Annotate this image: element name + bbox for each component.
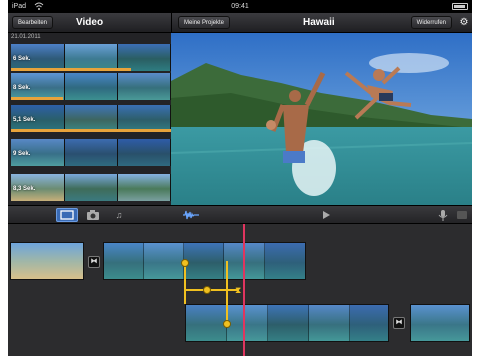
clip-thumbnail[interactable]: 5,1 Sek. (11, 105, 171, 132)
project-title: Hawaii (303, 17, 335, 28)
timeline-clip[interactable] (185, 304, 389, 342)
transition-icon[interactable]: ⧓ (393, 317, 405, 329)
video-preview[interactable] (171, 33, 472, 205)
audio-track-line (226, 261, 228, 325)
edit-button[interactable]: Bearbeiten (12, 16, 54, 29)
browser-toolbar: Bearbeiten Video (8, 13, 171, 33)
browser-title: Video (76, 17, 104, 28)
music-icon[interactable]: ♫ (108, 208, 130, 222)
gear-icon[interactable]: ⚙ (457, 15, 471, 31)
audio-waveform-icon[interactable] (180, 208, 202, 222)
media-bar: ♫ (8, 205, 472, 224)
my-projects-button[interactable]: Meine Projekte (178, 16, 231, 29)
play-icon[interactable] (315, 208, 337, 222)
audio-handle[interactable] (203, 286, 211, 294)
project-toolbar: Meine Projekte Hawaii Widerrufen ⚙ (171, 13, 472, 33)
camera-icon[interactable] (82, 208, 104, 222)
playhead[interactable] (243, 224, 245, 356)
transition-icon[interactable]: ⧓ (88, 256, 100, 268)
battery-icon (452, 3, 468, 10)
timeline[interactable]: ⧓ ⧓ ⧗ (8, 224, 472, 356)
video-tab[interactable] (56, 208, 78, 222)
audio-handle[interactable] (223, 320, 231, 328)
clip-duration: 6 Sek. (13, 56, 31, 62)
timeline-clip[interactable] (10, 242, 84, 280)
audio-track-line (184, 289, 239, 291)
hourglass-icon: ⧗ (235, 285, 242, 295)
status-bar: iPad 09:41 (8, 0, 472, 13)
clip-thumbnail[interactable]: 8,3 Sek. (11, 174, 171, 201)
timeline-clip[interactable] (410, 304, 470, 342)
clip-thumbnail[interactable]: 6 Sek. (11, 44, 171, 71)
clip-duration: 9 Sek. (13, 151, 31, 157)
video-browser: 21.01.2011 6 Sek. 8 Sek. 5,1 Sek. 9 Sek.… (8, 33, 171, 205)
clip-thumbnail[interactable]: 8 Sek. (11, 73, 171, 100)
audio-track-line (184, 261, 186, 304)
voiceover-toggle[interactable] (454, 208, 468, 222)
undo-button[interactable]: Widerrufen (410, 16, 452, 29)
clip-thumbnail[interactable]: 9 Sek. (11, 139, 171, 166)
ipad-screen: iPad 09:41 Bearbeiten Video Meine Projek… (8, 0, 472, 356)
date-header: 21.01.2011 (11, 34, 41, 40)
clock: 09:41 (231, 3, 249, 10)
clip-duration: 8 Sek. (13, 85, 31, 91)
microphone-icon[interactable] (432, 208, 454, 222)
audio-handle[interactable] (181, 259, 189, 267)
clip-duration: 5,1 Sek. (13, 117, 36, 123)
clip-duration: 8,3 Sek. (13, 186, 36, 192)
timeline-clip[interactable] (103, 242, 306, 280)
